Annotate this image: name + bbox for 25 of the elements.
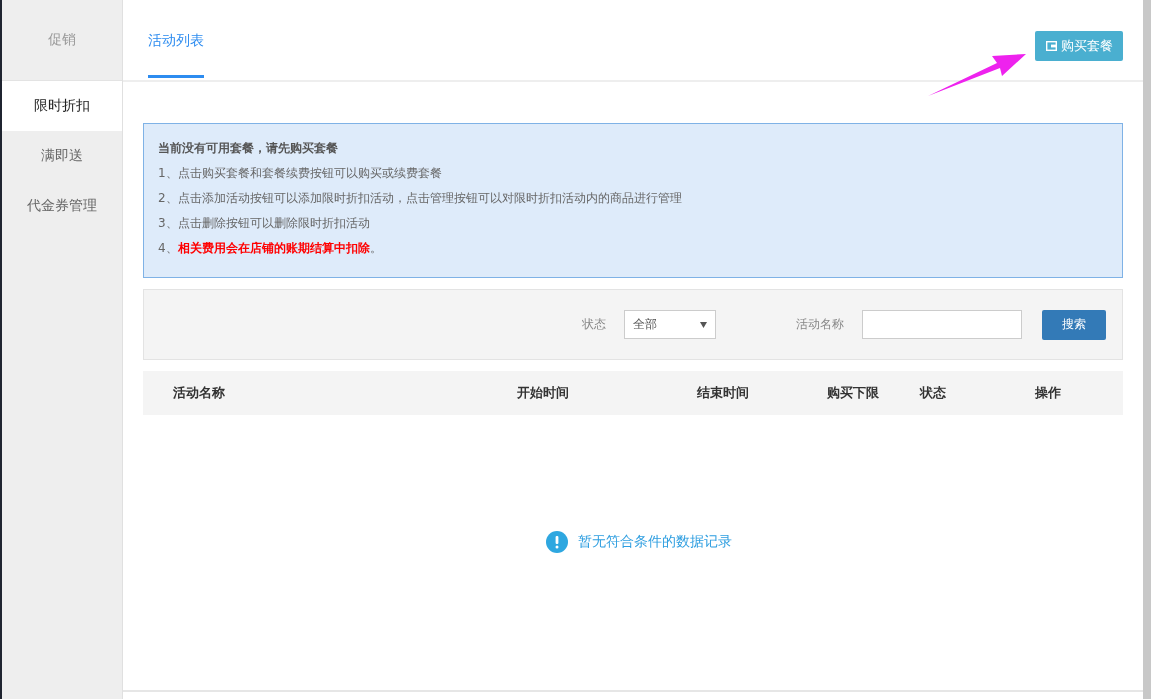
status-label: 状态 bbox=[582, 316, 606, 333]
activity-name-label: 活动名称 bbox=[796, 316, 844, 333]
activity-name-input[interactable] bbox=[862, 310, 1022, 339]
dropdown-caret-icon bbox=[700, 321, 707, 328]
column-header: 结束时间 bbox=[697, 384, 750, 402]
notice-line: 1、点击购买套餐和套餐续费按钮可以购买或续费套餐 bbox=[158, 165, 443, 182]
sidebar-item[interactable]: 代金券管理 bbox=[2, 181, 122, 231]
notice-warning: 4、相关费用会在店铺的账期结算中扣除。 bbox=[158, 240, 383, 257]
column-header: 状态 bbox=[920, 384, 947, 402]
notice-line: 2、点击添加活动按钮可以添加限时折扣活动，点击管理按钮可以对限时折扣活动内的商品进行管理 bbox=[158, 190, 683, 207]
empty-message: 暂无符合条件的数据记录 bbox=[578, 532, 732, 551]
column-header: 购买下限 bbox=[827, 384, 880, 402]
search-button[interactable]: 搜索 bbox=[1042, 309, 1106, 340]
notice-line: 3、点击删除按钮可以删除限时折扣活动 bbox=[158, 215, 371, 232]
scrollbar[interactable] bbox=[1143, 0, 1151, 699]
column-header: 操作 bbox=[1035, 384, 1062, 402]
wallet-icon bbox=[1045, 41, 1057, 51]
sidebar-item[interactable]: 满即送 bbox=[2, 131, 122, 181]
status-select[interactable]: 全部 bbox=[624, 310, 716, 339]
tab[interactable]: 活动列表 bbox=[148, 0, 204, 78]
sidebar-item[interactable]: 限时折扣 bbox=[2, 81, 122, 131]
column-header: 活动名称 bbox=[173, 384, 226, 402]
notice-heading: 当前没有可用套餐，请先购买套餐 bbox=[158, 140, 339, 157]
info-icon bbox=[546, 530, 568, 553]
column-header: 开始时间 bbox=[517, 384, 570, 402]
